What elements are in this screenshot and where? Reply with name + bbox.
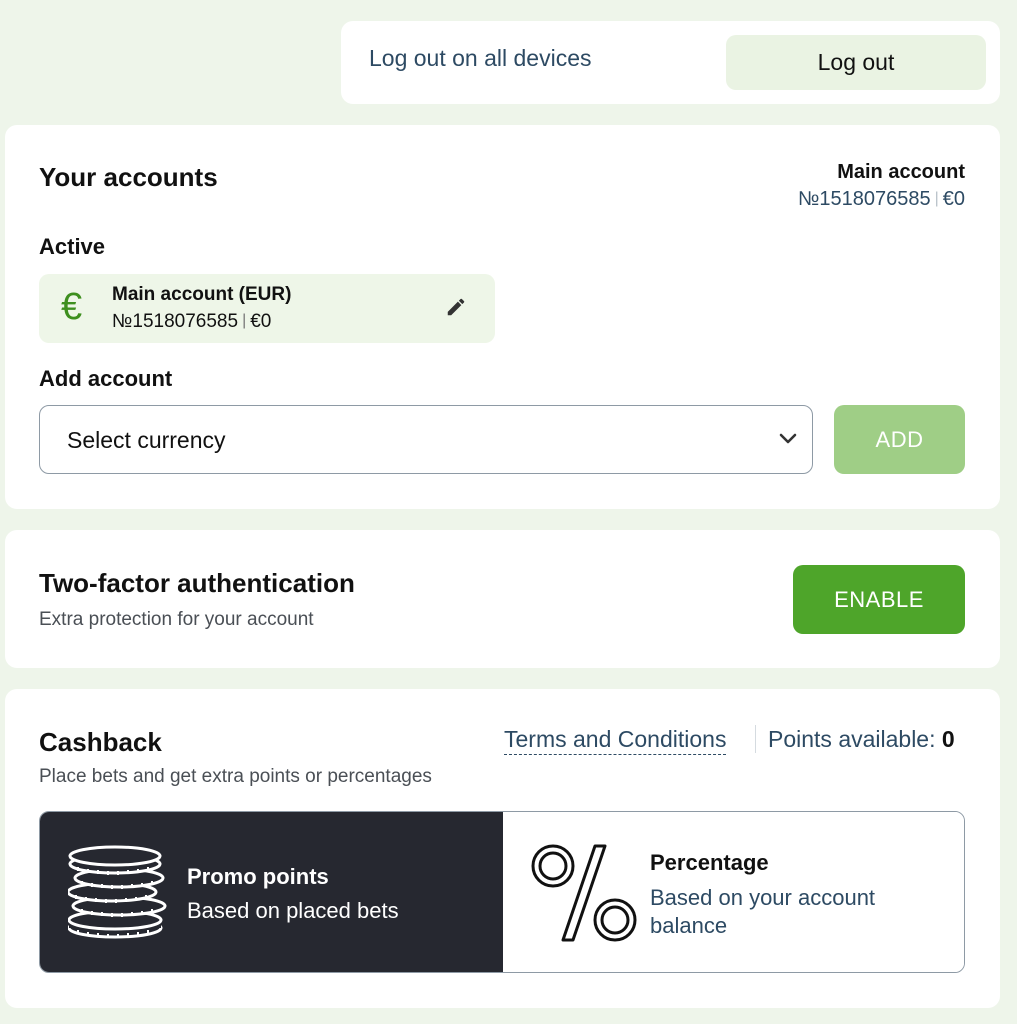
cashback-panel: Cashback Place bets and get extra points… [5, 689, 1000, 1008]
active-account-name: Main account (EUR) [112, 284, 292, 305]
cashback-subtitle: Place bets and get extra points or perce… [39, 766, 432, 787]
active-section-label: Active [39, 234, 106, 259]
promo-points-title: Promo points [187, 864, 329, 889]
percentage-title: Percentage [650, 850, 769, 875]
promo-points-subtitle: Based on placed bets [187, 898, 399, 923]
active-account-item[interactable]: € Main account (EUR) №1518076585 | €0 [39, 274, 495, 343]
cashback-title: Cashback [39, 727, 162, 757]
add-account-label: Add account [39, 366, 173, 391]
divider [755, 725, 756, 753]
currency-select-value: Select currency [67, 427, 226, 453]
currency-select[interactable]: Select currency [39, 405, 813, 474]
terms-and-conditions-link[interactable]: Terms and Conditions [504, 726, 727, 755]
points-value: 0 [941, 726, 955, 752]
separator: | [242, 312, 247, 329]
add-account-button[interactable]: ADD [834, 405, 965, 474]
main-account-label: Main account [837, 161, 965, 183]
cashback-options: Promo points Based on placed bets Percen… [39, 811, 965, 973]
accounts-panel: Your accounts Main account №1518076585 | €… [5, 125, 1000, 509]
logout-panel: Log out on all devices Log out [341, 21, 1000, 104]
promo-points-option[interactable]: Promo points Based on placed bets [40, 812, 503, 972]
points-available: Points available: 0 [768, 726, 955, 753]
logout-all-devices-link[interactable]: Log out on all devices [369, 45, 592, 72]
percentage-option[interactable]: Percentage Based on your account balance [503, 812, 964, 972]
chevron-down-icon [779, 433, 797, 444]
points-label: Points available: [768, 726, 936, 752]
coins-stack-icon [68, 845, 167, 939]
two-factor-subtitle: Extra protection for your account [39, 609, 314, 630]
logout-button[interactable]: Log out [726, 35, 986, 90]
percentage-subtitle: Based on your account balance [650, 885, 876, 938]
active-account-number: №1518076585 [112, 311, 239, 332]
enable-two-factor-button[interactable]: ENABLE [793, 565, 965, 634]
two-factor-title: Two-factor authentication [39, 568, 355, 598]
two-factor-panel: Two-factor authentication Extra protecti… [5, 530, 1000, 668]
separator: | [934, 190, 939, 207]
accounts-title: Your accounts [39, 162, 218, 192]
main-account-number: №1518076585 [797, 188, 931, 210]
active-account-details: №1518076585 | €0 [112, 311, 271, 333]
euro-icon: € [61, 286, 83, 328]
main-account-summary: №1518076585 | €0 [798, 188, 965, 211]
pencil-icon[interactable] [445, 296, 467, 318]
active-account-balance: €0 [250, 311, 272, 332]
main-account-balance: €0 [942, 188, 965, 210]
percent-icon [531, 844, 637, 942]
